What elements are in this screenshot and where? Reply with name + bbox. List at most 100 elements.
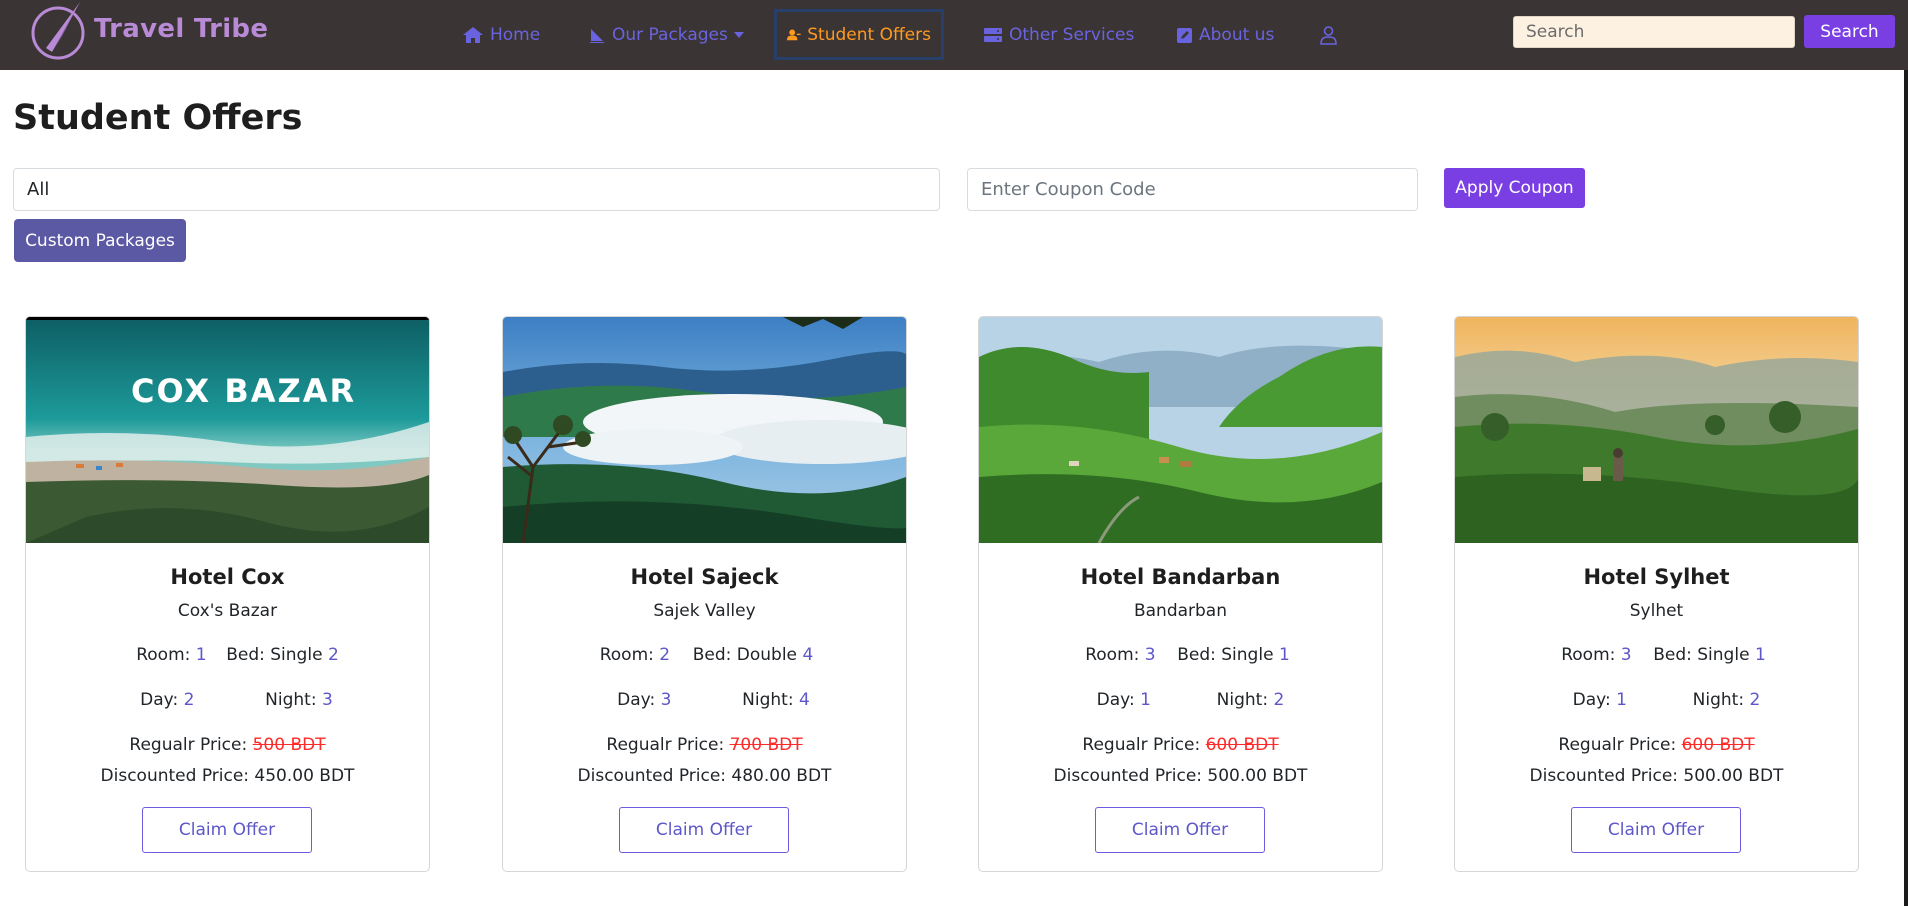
day-value: 2 (183, 690, 195, 710)
card-location: Sajek Valley (653, 601, 756, 621)
edit-icon (1177, 27, 1192, 43)
nav-home-label: Home (490, 25, 541, 45)
nav-packages-label: Our Packages (612, 25, 728, 45)
coupon-code-input[interactable] (967, 168, 1418, 211)
nav-student-offers-label: Student Offers (807, 24, 931, 45)
card-title: Hotel Bandarban (1080, 565, 1281, 589)
claim-offer-button[interactable]: Claim Offer (142, 807, 312, 853)
bandarban-hills-image (979, 317, 1382, 543)
discounted-price-value: 480.00 BDT (731, 766, 832, 786)
bed-type: Single (1697, 645, 1750, 665)
claim-offer-button[interactable]: Claim Offer (1095, 807, 1265, 853)
claim-offer-button[interactable]: Claim Offer (619, 807, 789, 853)
bed-type: Single (270, 645, 323, 665)
discounted-price: Discounted Price: 500.00 BDT (1053, 766, 1308, 786)
compass-logo-icon (31, 2, 85, 60)
search-input[interactable] (1513, 16, 1795, 48)
day-night-row: Day: 2 Night: 3 (26, 690, 429, 710)
bed-type: Single (1221, 645, 1274, 665)
regular-price-value: 600 BDT (1681, 735, 1755, 755)
offer-card: Hotel Bandarban Bandarban Room: 3 Bed: S… (978, 316, 1383, 872)
nav-other-services-label: Other Services (1009, 25, 1135, 45)
discounted-price-value: 500.00 BDT (1683, 766, 1784, 786)
bed-value: 4 (802, 645, 814, 665)
day-value: 1 (1140, 690, 1151, 710)
nav-student-offers[interactable]: Student Offers (774, 9, 944, 60)
nav-about-us[interactable]: About us (1176, 16, 1274, 54)
user-graduate-icon (787, 28, 801, 40)
scrollbar[interactable] (1904, 70, 1908, 906)
user-icon (1320, 25, 1337, 45)
search-button[interactable]: Search (1804, 15, 1895, 48)
offer-card: Hotel Sajeck Sajek Valley Room: 2 Bed: D… (502, 316, 907, 872)
day-label: Day: (140, 690, 179, 710)
nav-home[interactable]: Home (462, 16, 540, 54)
bed-type: Double (736, 645, 798, 665)
regular-price-value: 600 BDT (1205, 735, 1279, 755)
nav-our-packages[interactable]: Our Packages (588, 16, 744, 54)
page-title: Student Offers (13, 98, 303, 138)
room-label: Room: (136, 645, 191, 665)
night-label: Night: (265, 690, 317, 710)
room-value: 3 (1620, 645, 1632, 665)
regular-price: Regualr Price: 700 BDT (606, 735, 803, 755)
day-night-row: Day: 3 Night: 4 (617, 690, 810, 710)
sajek-valley-image (503, 317, 906, 543)
discounted-price: Discounted Price: 500.00 BDT (1529, 766, 1784, 786)
brand[interactable]: Travel Tribe (28, 0, 268, 62)
discounted-price-value: 450.00 BDT (254, 766, 355, 786)
night-value: 4 (798, 690, 810, 710)
sailboat-icon (589, 29, 605, 43)
card-title: Hotel Sajeck (630, 565, 779, 589)
navbar: Travel Tribe Home Our Packages Student O… (0, 0, 1908, 70)
card-title: Hotel Cox (170, 565, 285, 589)
regular-price: Regualr Price: 500 BDT (129, 735, 326, 755)
regular-price-value: 500 BDT (252, 735, 326, 755)
room-value: 3 (1144, 645, 1156, 665)
regular-price: Regualr Price: 600 BDT (1082, 735, 1279, 755)
room-bed-row: Room: 3 Bed: Single 1 (1561, 645, 1766, 665)
claim-offer-button[interactable]: Claim Offer (1571, 807, 1741, 853)
apply-coupon-button[interactable]: Apply Coupon (1444, 168, 1585, 208)
custom-packages-button[interactable]: Custom Packages (14, 219, 186, 262)
discounted-price-value: 500.00 BDT (1207, 766, 1308, 786)
room-value: 2 (659, 645, 671, 665)
bed-label: Bed: (226, 645, 265, 665)
nav-about-label: About us (1199, 25, 1275, 45)
offer-card: COX BAZAR Hotel Cox Cox's Bazar Room: 1 … (25, 316, 430, 872)
regular-price: Regualr Price: 600 BDT (1558, 735, 1755, 755)
chevron-down-icon (733, 32, 744, 38)
card-title: Hotel Sylhet (1583, 565, 1730, 589)
bed-value: 2 (327, 645, 339, 665)
night-value: 3 (321, 690, 333, 710)
day-value: 1 (1616, 690, 1627, 710)
location-filter-select[interactable]: All (13, 168, 940, 211)
room-bed-row: Room: 1 Bed: Single 2 (26, 645, 429, 665)
night-value: 2 (1749, 690, 1761, 710)
day-night-row: Day: 1 Night: 2 (1572, 690, 1761, 710)
day-night-row: Day: 1 Night: 2 (1096, 690, 1285, 710)
card-location: Sylhet (1629, 601, 1684, 621)
home-icon (463, 27, 483, 43)
bed-value: 1 (1278, 645, 1290, 665)
room-value: 1 (195, 645, 207, 665)
nav-user-profile[interactable] (1320, 16, 1343, 54)
room-bed-row: Room: 2 Bed: Double 4 (599, 645, 814, 665)
server-icon (984, 28, 1002, 42)
discounted-price: Discounted Price: 450.00 BDT (100, 766, 355, 786)
day-value: 3 (660, 690, 672, 710)
sylhet-tea-garden-image (1455, 317, 1858, 543)
regular-price-value: 700 BDT (729, 735, 803, 755)
brand-name: Travel Tribe (94, 14, 269, 44)
room-bed-row: Room: 3 Bed: Single 1 (1085, 645, 1290, 665)
discounted-price: Discounted Price: 480.00 BDT (577, 766, 832, 786)
nav-other-services[interactable]: Other Services (983, 16, 1134, 54)
bed-value: 1 (1754, 645, 1766, 665)
image-caption: COX BAZAR (131, 372, 356, 410)
card-location: Cox's Bazar (177, 601, 278, 621)
filter-selected-value: All (27, 179, 50, 200)
offer-card: Hotel Sylhet Sylhet Room: 3 Bed: Single … (1454, 316, 1859, 872)
night-value: 2 (1273, 690, 1285, 710)
card-location: Bandarban (1133, 601, 1228, 621)
cox-bazar-beach-image: COX BAZAR (26, 317, 429, 543)
